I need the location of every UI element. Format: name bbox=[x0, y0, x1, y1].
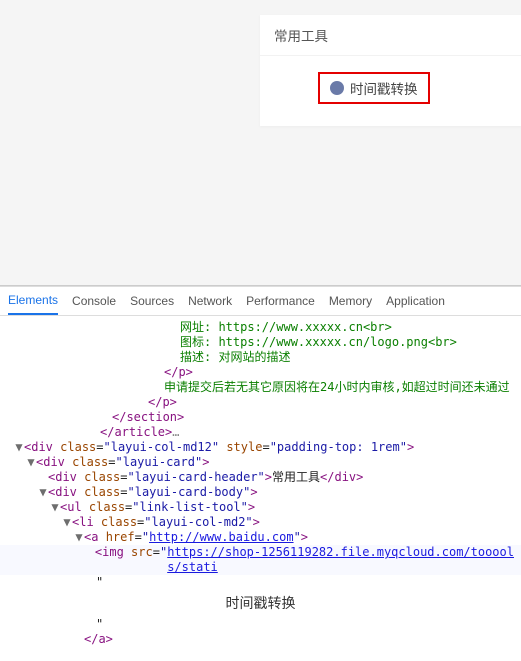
tool-icon bbox=[330, 81, 344, 95]
dom-img[interactable]: <img src="https://shop-1256119282.file.m… bbox=[0, 545, 521, 575]
dom-text-node[interactable]: 时间戳转换 bbox=[0, 590, 521, 617]
collapse-icon[interactable]: ▼ bbox=[50, 500, 60, 515]
tab-console[interactable]: Console bbox=[72, 288, 116, 314]
tool-card: 常用工具 时间戳转换 bbox=[260, 15, 521, 126]
tab-performance[interactable]: Performance bbox=[246, 288, 315, 314]
dom-ul[interactable]: ▼ <ul class="link-list-tool"> bbox=[0, 500, 521, 515]
tab-memory[interactable]: Memory bbox=[329, 288, 372, 314]
tab-elements[interactable]: Elements bbox=[8, 287, 58, 315]
dom-line[interactable]: 描述: 对网站的描述 bbox=[0, 350, 521, 365]
collapse-icon[interactable]: ▼ bbox=[74, 530, 84, 545]
devtools-tabs: Elements Console Sources Network Perform… bbox=[0, 286, 521, 316]
dom-text-quote[interactable]: " bbox=[0, 617, 521, 632]
dom-a[interactable]: ▼ <a href="http://www.baidu.com"> bbox=[0, 530, 521, 545]
collapse-icon[interactable]: ▼ bbox=[62, 515, 72, 530]
rendered-page-pane: 常用工具 时间戳转换 bbox=[0, 0, 521, 286]
dom-li[interactable]: ▼ <li class="layui-col-md2"> bbox=[0, 515, 521, 530]
dom-card-body[interactable]: ▼ <div class="layui-card-body"> bbox=[0, 485, 521, 500]
dom-line[interactable]: 图标: https://www.xxxxx.cn/logo.png<br> bbox=[0, 335, 521, 350]
dom-line[interactable]: 网址: https://www.xxxxx.cn<br> bbox=[0, 320, 521, 335]
card-body: 时间戳转换 bbox=[260, 56, 521, 126]
timestamp-tool-link[interactable]: 时间戳转换 bbox=[318, 72, 430, 104]
href-link[interactable]: http://www.baidu.com bbox=[149, 530, 294, 545]
tab-network[interactable]: Network bbox=[188, 288, 232, 314]
dom-card-header-line[interactable]: <div class="layui-card-header">常用工具</div… bbox=[0, 470, 521, 485]
collapse-icon[interactable]: ▼ bbox=[38, 485, 48, 500]
dom-line[interactable]: </p> bbox=[0, 395, 521, 410]
tab-application[interactable]: Application bbox=[386, 288, 445, 314]
tool-label: 时间戳转换 bbox=[350, 78, 418, 98]
collapse-icon[interactable]: ▼ bbox=[14, 440, 24, 455]
dom-div-md12[interactable]: ▼ <div class="layui-col-md12" style="pad… bbox=[0, 440, 521, 455]
src-link[interactable]: https://shop-1256119282.file.myqcloud.co… bbox=[167, 545, 521, 575]
dom-tree[interactable]: 网址: https://www.xxxxx.cn<br> 图标: https:/… bbox=[0, 316, 521, 647]
card-header: 常用工具 bbox=[260, 15, 521, 56]
dom-line[interactable]: </article>… bbox=[0, 425, 521, 440]
dom-line[interactable]: </section> bbox=[0, 410, 521, 425]
dom-div-card[interactable]: ▼ <div class="layui-card"> bbox=[0, 455, 521, 470]
dom-line[interactable]: </p> bbox=[0, 365, 521, 380]
dom-a-close[interactable]: </a> bbox=[0, 632, 521, 647]
collapse-icon[interactable]: ▼ bbox=[26, 455, 36, 470]
dom-line[interactable]: 申请提交后若无其它原因将在24小时内审核,如超过时间还未通过 bbox=[0, 380, 521, 395]
tab-sources[interactable]: Sources bbox=[130, 288, 174, 314]
dom-text-quote[interactable]: " bbox=[0, 575, 521, 590]
